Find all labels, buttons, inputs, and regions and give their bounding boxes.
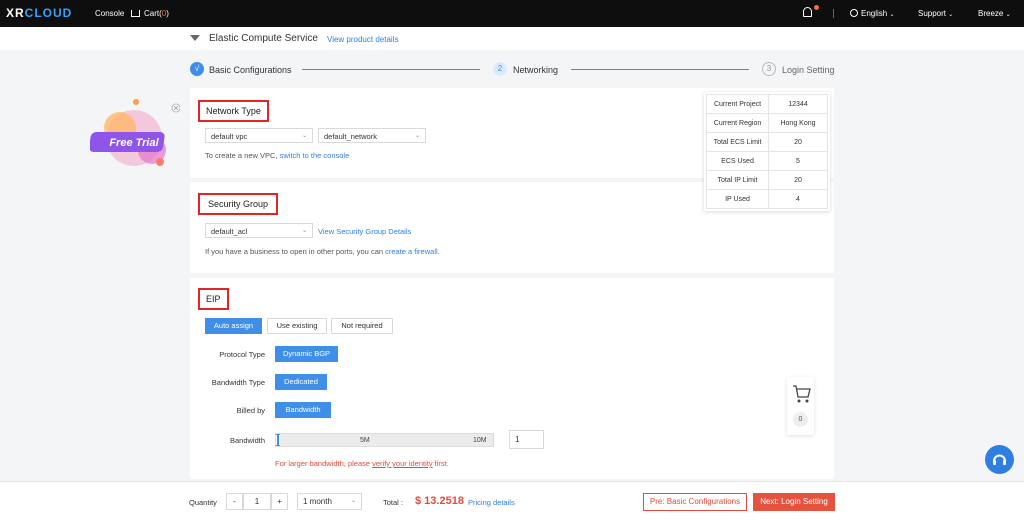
auto-assign-button[interactable]: Auto assign [205,318,262,334]
step-3-number: 3 [762,62,776,76]
create-firewall-link[interactable]: create a firewall [385,247,438,256]
vpc-hint: To create a new VPC, switch to the conso… [205,151,350,160]
security-group-title: Security Group [198,193,279,215]
step-1-check-icon: √ [190,62,204,76]
floating-cart[interactable]: 0 [787,377,814,435]
bandwidth-slider[interactable]: 5M 10M [275,433,494,447]
dedicated-button[interactable]: Dedicated [275,374,327,390]
bandwidth-input[interactable]: 1 [509,430,544,449]
table-row: Total IP Limit 20 [706,170,828,190]
quantity-decrement-button[interactable]: - [226,493,243,510]
page-title: Elastic Compute Service [209,33,318,44]
free-trial-graphic: Free Trial [89,99,181,166]
slider-mark-5m: 5M [360,437,370,444]
bandwidth-type-label: Bandwidth Type [211,378,265,387]
dynamic-bgp-button[interactable]: Dynamic BGP [275,346,338,362]
console-link[interactable]: Console [95,9,124,18]
view-product-details-link[interactable]: View product details [327,35,398,44]
pricing-details-link[interactable]: Pricing details [468,498,515,507]
billed-by-label: Billed by [236,406,265,415]
product-header: Elastic Compute Service View product det… [0,27,1024,50]
network-select[interactable]: default_network ⌄ [318,128,426,143]
chevron-down-icon: ⌄ [414,133,420,139]
quota-panel: Current Project 12344 Current Region Hong … [704,92,830,211]
total-price: $ 13.2518 [415,495,464,507]
eip-title: EIP [198,288,229,310]
step-1-label[interactable]: Basic Configurations [209,65,292,75]
cart-icon [793,385,811,403]
svg-text:Free Trial: Free Trial [109,137,159,149]
user-menu[interactable]: Breeze ⌄ [978,9,1011,18]
customer-service-button[interactable] [985,445,1014,474]
headset-icon [993,454,1006,465]
chevron-down-icon: ⌄ [301,228,307,234]
notification-dot [814,5,819,10]
divider [833,9,834,18]
use-existing-button[interactable]: Use existing [267,318,327,334]
duration-select[interactable]: 1 month ⌄ [297,493,362,510]
quantity-input[interactable]: 1 [243,493,271,510]
xrcloud-logo[interactable]: XRCLOUD [6,6,72,20]
verify-identity-link[interactable]: verify your identity [372,459,432,468]
slider-mark-10m: 10M [473,437,487,444]
step-connector [302,69,480,70]
vpc-select[interactable]: default vpc ⌄ [205,128,313,143]
step-2-number: 2 [493,62,507,76]
collapse-triangle-icon[interactable] [190,35,200,41]
bandwidth-billing-button[interactable]: Bandwidth [275,402,331,418]
cart-link[interactable]: Cart(0) [131,9,169,18]
quantity-increment-button[interactable]: + [271,493,288,510]
cart-count-badge: 0 [793,412,808,427]
step-connector [571,69,749,70]
next-step-button[interactable]: Next: Login Setting [753,493,835,511]
table-row: Current Project 12344 [706,94,828,114]
slider-handle[interactable] [276,435,280,445]
cart-icon [131,10,140,17]
step-2-label: Networking [513,65,559,75]
chevron-down-icon: ⌄ [350,498,356,504]
top-navbar: XRCLOUD Console Cart(0) English ⌄ Suppor… [0,0,1024,27]
not-required-button[interactable]: Not required [331,318,393,334]
view-security-group-details-link[interactable]: View Security Group Details [318,227,411,236]
table-row: Total ECS Limit 20 [706,132,828,152]
step-3-label: Login Setting [782,65,835,75]
chevron-down-icon: ⌄ [301,133,307,139]
support-menu[interactable]: Support ⌄ [918,9,953,18]
bandwidth-warning: For larger bandwidth, please verify your… [275,459,449,468]
quantity-label: Quantity [189,498,217,507]
firewall-hint: If you have a business to open in other … [205,247,440,256]
globe-icon [850,9,858,17]
security-group-select[interactable]: default_acl ⌄ [205,223,313,238]
table-row: ECS Used 5 [706,151,828,171]
free-trial-promo[interactable]: Free Trial [89,98,181,173]
table-row: Current Region Hong Kong [706,113,828,133]
network-type-title: Network Type [198,100,269,122]
bell-icon[interactable] [803,7,812,17]
language-menu[interactable]: English ⌄ [850,9,895,18]
table-row: IP Used 4 [706,189,828,209]
previous-step-button[interactable]: Pre: Basic Configurations [643,493,747,511]
protocol-type-label: Protocol Type [219,350,265,359]
switch-to-console-link[interactable]: switch to the console [280,151,350,160]
total-label: Total : [383,498,404,507]
bandwidth-label: Bandwidth [229,436,265,445]
